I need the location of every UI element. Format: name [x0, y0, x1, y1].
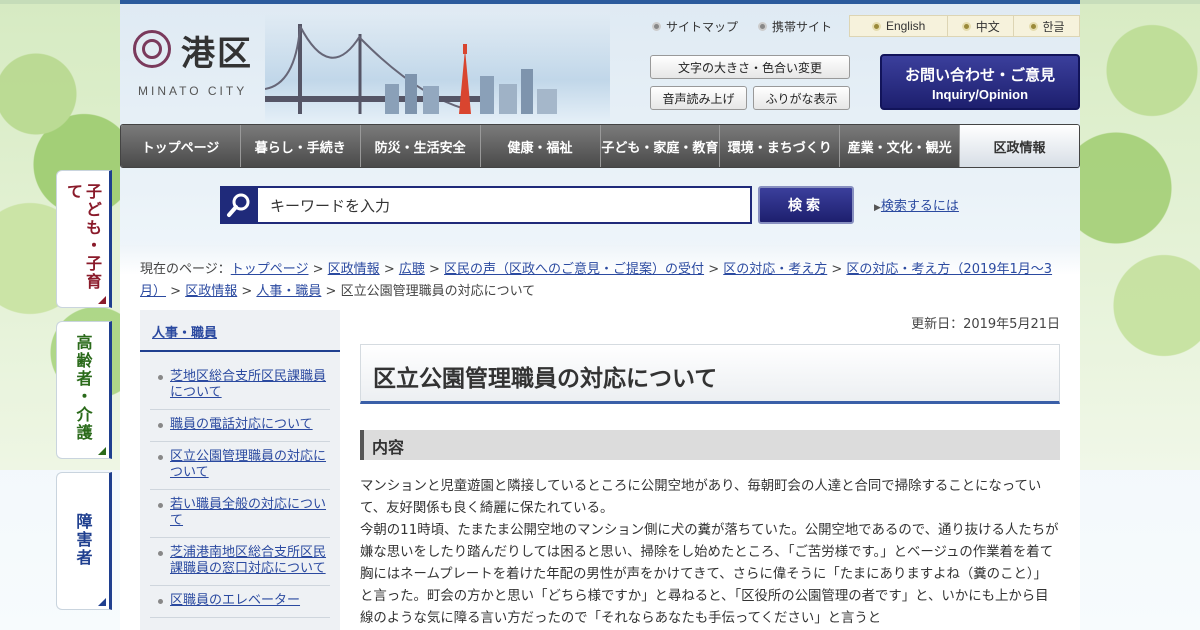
breadcrumb-link[interactable]: 人事・職員	[256, 284, 321, 299]
search-button[interactable]: 検索	[758, 186, 854, 224]
local-nav-link[interactable]: 若い職員全般の対応について	[170, 497, 326, 528]
utility-links: サイトマップ 携帯サイト	[652, 18, 832, 35]
gnav-health[interactable]: 健康・福祉	[479, 125, 600, 167]
local-nav-link[interactable]: 芝地区総合支所区民課職員について	[170, 369, 326, 400]
bullet-icon	[871, 21, 881, 31]
breadcrumb-prefix: 現在のページ：	[140, 262, 231, 277]
lang-english-link[interactable]: English	[850, 16, 947, 36]
gnav-living[interactable]: 暮らし・手続き	[239, 125, 360, 167]
bullet-icon	[961, 21, 971, 31]
section-heading: 内容	[360, 430, 1060, 460]
top-accent-bar	[0, 0, 1200, 4]
list-item: 区立公園管理職員の対応について	[150, 442, 330, 490]
local-nav-list: 芝地区総合支所区民課職員について 職員の電話対応について 区立公園管理職員の対応…	[150, 362, 330, 618]
local-nav-link[interactable]: 職員の電話対応について	[170, 417, 313, 432]
lang-korean-link[interactable]: 한글	[1013, 16, 1079, 36]
sidetab-children[interactable]: 子ども・子育て	[56, 170, 112, 308]
list-item: 区職員のエレベーター	[150, 586, 330, 618]
search-help: ▶検索するには	[874, 195, 959, 214]
corner-arrow-icon	[98, 447, 106, 455]
breadcrumb-link[interactable]: トップページ	[231, 262, 309, 277]
lang-chinese-link[interactable]: 中文	[947, 16, 1013, 36]
corner-arrow-icon	[98, 296, 106, 304]
inquiry-sublabel: Inquiry/Opinion	[931, 87, 1029, 102]
list-item: 若い職員全般の対応について	[150, 490, 330, 538]
sidetab-elderly-label: 高齢者・介護	[73, 334, 93, 442]
breadcrumb-current: 区立公園管理職員の対応について	[340, 284, 536, 299]
bullet-icon	[652, 22, 661, 31]
mobile-site-label: 携帯サイト	[772, 20, 833, 34]
lang-english-label: English	[885, 19, 926, 33]
mobile-site-link[interactable]: 携帯サイト	[758, 18, 832, 35]
read-aloud-button[interactable]: 音声読み上げ	[650, 86, 747, 110]
search-icon	[220, 186, 258, 224]
article-paragraph: 今朝の11時頃、たまたま公開空地のマンション側に犬の糞が落ちていた。公開空地であ…	[360, 523, 1059, 626]
breadcrumb-link[interactable]: 区政情報	[185, 284, 237, 299]
background-trees-right	[1080, 0, 1200, 470]
gnav-children[interactable]: 子ども・家庭・教育	[599, 125, 720, 167]
furigana-button[interactable]: ふりがな表示	[753, 86, 850, 110]
local-nav: 人事・職員 芝地区総合支所区民課職員について 職員の電話対応について 区立公園管…	[140, 310, 340, 630]
article-paragraph: マンションと児童遊園と隣接しているところに公開空地があり、毎朝町会の人達と合同で…	[360, 479, 1042, 516]
triangle-right-icon: ▶	[874, 203, 881, 213]
lang-korean-label: 한글	[1042, 19, 1065, 34]
inquiry-label: お問い合わせ・ご意見	[904, 66, 1055, 84]
list-item: 芝浦港南地区総合支所区民課職員の窓口対応について	[150, 538, 330, 586]
logo-subtitle: MINATO CITY	[138, 84, 248, 98]
local-nav-link[interactable]: 芝浦港南地区総合支所区民課職員の窓口対応について	[170, 545, 326, 576]
updated-date: 更新日：2019年5月21日	[911, 317, 1060, 332]
gnav-administration[interactable]: 区政情報	[959, 125, 1079, 167]
gnav-environment[interactable]: 環境・まちづくり	[719, 125, 840, 167]
sitemap-label: サイトマップ	[666, 20, 739, 34]
sitemap-link[interactable]: サイトマップ	[652, 18, 738, 35]
inquiry-button[interactable]: お問い合わせ・ご意見 Inquiry/Opinion	[880, 54, 1080, 110]
local-nav-heading-link[interactable]: 人事・職員	[152, 326, 217, 341]
gnav-industry[interactable]: 産業・文化・観光	[839, 125, 960, 167]
gnav-safety[interactable]: 防災・生活安全	[359, 125, 480, 167]
breadcrumb-link[interactable]: 区の対応・考え方	[723, 262, 827, 277]
article-body: マンションと児童遊園と隣接しているところに公開空地があり、毎朝町会の人達と合同で…	[360, 476, 1060, 630]
search-help-link[interactable]: 検索するには	[881, 199, 959, 214]
sidetab-disabled-label: 障害者	[73, 513, 93, 567]
list-item: 職員の電話対応について	[150, 410, 330, 442]
logo-text: 港区	[181, 34, 253, 74]
city-emblem-icon	[133, 30, 171, 68]
sidetab-elderly[interactable]: 高齢者・介護	[56, 321, 112, 459]
breadcrumb: 現在のページ：トップページ > 区政情報 > 広聴 > 区民の声（区政へのご意見…	[140, 262, 1053, 299]
lang-chinese-label: 中文	[975, 19, 1000, 34]
local-nav-link[interactable]: 区立公園管理職員の対応について	[170, 449, 326, 480]
bullet-icon	[1028, 21, 1038, 31]
local-nav-link[interactable]: 区職員のエレベーター	[170, 593, 300, 608]
global-nav: トップページ 暮らし・手続き 防災・生活安全 健康・福祉 子ども・家庭・教育 環…	[120, 124, 1080, 168]
sidetab-disabled[interactable]: 障害者	[56, 472, 112, 610]
page-title: 区立公園管理職員の対応について	[360, 344, 1060, 404]
search-input[interactable]	[258, 186, 752, 224]
font-size-color-button[interactable]: 文字の大きさ・色合い変更	[650, 55, 850, 79]
corner-arrow-icon	[98, 598, 106, 606]
language-switcher: English 中文 한글	[849, 15, 1080, 37]
list-item: 芝地区総合支所区民課職員について	[150, 362, 330, 410]
header-skyline-illustration	[265, 14, 610, 124]
local-nav-heading: 人事・職員	[140, 310, 340, 352]
sidetab-children-label: 子ども・子育て	[64, 183, 102, 291]
gnav-top[interactable]: トップページ	[121, 125, 240, 167]
bullet-icon	[758, 22, 768, 31]
breadcrumb-link[interactable]: 広聴	[399, 262, 425, 277]
breadcrumb-link[interactable]: 区民の声（区政へのご意見・ご提案）の受付	[444, 262, 704, 277]
breadcrumb-link[interactable]: 区政情報	[328, 262, 380, 277]
